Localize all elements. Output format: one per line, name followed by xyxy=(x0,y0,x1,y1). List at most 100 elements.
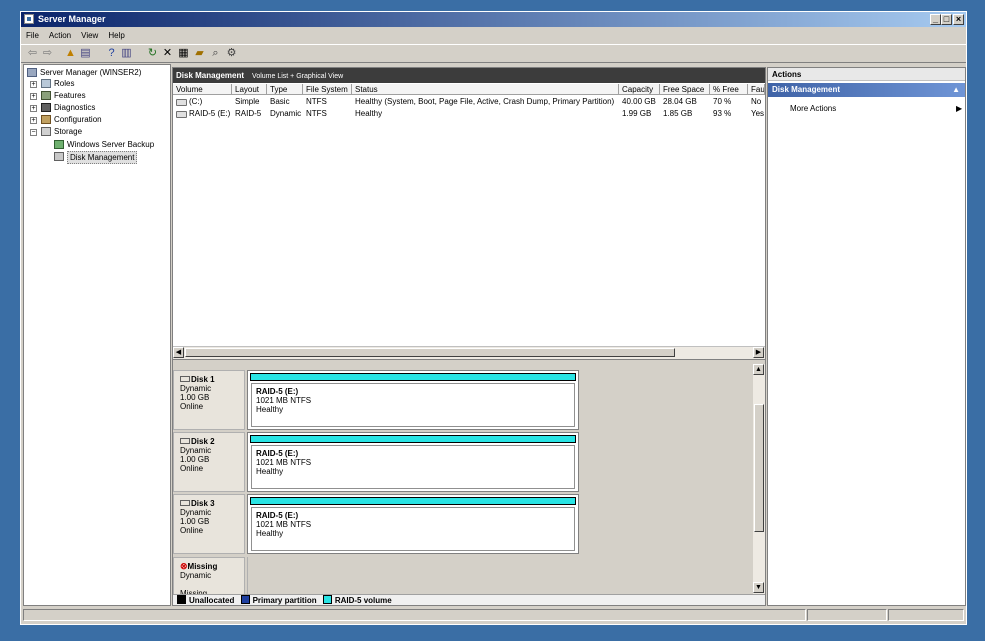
col-type[interactable]: Type xyxy=(267,84,303,95)
col-capacity[interactable]: Capacity xyxy=(619,84,660,95)
open-folder-icon[interactable]: ▰ xyxy=(193,47,206,59)
disk-3-volume-status: Healthy xyxy=(256,529,284,538)
collapse-section-icon[interactable]: ▲ xyxy=(952,83,960,97)
scroll-up-button[interactable]: ▲ xyxy=(753,364,764,375)
scroll-left-button[interactable]: ◀ xyxy=(173,347,184,358)
scroll-right-button[interactable]: ▶ xyxy=(753,347,764,358)
menu-action[interactable]: Action xyxy=(44,28,76,43)
disk-icon xyxy=(180,376,190,382)
col-volume[interactable]: Volume xyxy=(173,84,232,95)
disk-2-label[interactable]: Disk 2 Dynamic 1.00 GB Online xyxy=(173,432,245,492)
scroll-down-button[interactable]: ▼ xyxy=(753,582,764,593)
search-icon[interactable]: ⌕ xyxy=(209,47,222,59)
legend-raid5-volume: RAID-5 volume xyxy=(334,596,392,605)
tree-item-storage[interactable]: Storage xyxy=(54,126,82,137)
disk-1-raid-bar xyxy=(250,373,576,381)
legend-primary-swatch xyxy=(240,595,250,604)
tree-item-configuration[interactable]: Configuration xyxy=(54,114,102,125)
collapse-storage[interactable]: − xyxy=(30,129,37,136)
tree-item-roles[interactable]: Roles xyxy=(54,78,74,89)
legend-primary-partition: Primary partition xyxy=(252,596,317,605)
disk-2-name: Disk 2 xyxy=(191,437,215,446)
actions-section-disk-management[interactable]: Disk Management ▲ xyxy=(768,83,965,97)
disk-1-type: Dynamic xyxy=(180,384,212,393)
server-manager-app-icon xyxy=(24,14,34,24)
disk-2-size: 1.00 GB xyxy=(180,455,210,464)
tree-item-features[interactable]: Features xyxy=(54,90,86,101)
missing-disk-label[interactable]: ⊗Missing Dynamic Missing xyxy=(173,557,245,594)
col-fault-tolerance[interactable]: Fau xyxy=(748,84,765,95)
title-bar[interactable]: Server Manager _ □ × xyxy=(21,12,966,27)
status-panel-3 xyxy=(888,609,964,621)
menu-view[interactable]: View xyxy=(76,28,103,43)
backup-icon xyxy=(54,140,64,149)
status-panel-main xyxy=(23,609,806,621)
disk-management-header: Disk Management Volume List + Graphical V… xyxy=(173,68,765,83)
expand-configuration[interactable]: + xyxy=(30,117,37,124)
row-c-free-space: 28.04 GB xyxy=(663,97,697,106)
status-panel-2 xyxy=(807,609,887,621)
forward-icon[interactable]: ⇨ xyxy=(41,47,54,59)
maximize-button[interactable]: □ xyxy=(941,14,952,25)
disk-3-volume[interactable]: RAID-5 (E:) 1021 MB NTFS Healthy xyxy=(251,507,575,551)
disk-icon xyxy=(180,438,190,444)
vertical-scroll-thumb[interactable] xyxy=(754,404,764,532)
disk-1-label[interactable]: Disk 1 Dynamic 1.00 GB Online xyxy=(173,370,245,430)
volume-list-horizontal-scrollbar[interactable]: ◀ ▶ xyxy=(173,346,765,359)
actions-pane: Actions Disk Management ▲ More Actions ▶ xyxy=(767,67,966,606)
disk-2-volume-size: 1021 MB NTFS xyxy=(256,458,312,467)
disk-3-size: 1.00 GB xyxy=(180,517,210,526)
row-e-free-space: 1.85 GB xyxy=(663,109,693,118)
legend-unallocated-swatch xyxy=(177,595,186,604)
disk-2-volume[interactable]: RAID-5 (E:) 1021 MB NTFS Healthy xyxy=(251,445,575,489)
graphical-view-vertical-scrollbar[interactable]: ▲ ▼ xyxy=(753,364,765,594)
back-icon[interactable]: ⇦ xyxy=(26,47,39,59)
col-percent-free[interactable]: % Free xyxy=(710,84,748,95)
tree-item-disk-management[interactable]: Disk Management xyxy=(67,151,138,164)
help-icon[interactable]: ? xyxy=(105,47,118,59)
row-e-layout: RAID-5 xyxy=(235,109,262,118)
close-button[interactable]: × xyxy=(953,14,964,25)
up-folder-icon[interactable]: ▲ xyxy=(64,47,77,59)
server-manager-icon xyxy=(27,68,37,77)
disk-2-volume-name: RAID-5 (E:) xyxy=(256,449,299,458)
expand-features[interactable]: + xyxy=(30,93,37,100)
features-icon xyxy=(41,91,51,100)
col-layout[interactable]: Layout xyxy=(232,84,267,95)
row-c-volume[interactable]: (C:) xyxy=(186,96,232,107)
row-c-capacity: 40.00 GB xyxy=(622,97,656,106)
disk-1-volume[interactable]: RAID-5 (E:) 1021 MB NTFS Healthy xyxy=(251,383,575,427)
menu-help[interactable]: Help xyxy=(103,28,129,43)
settings-icon[interactable]: ⚙ xyxy=(225,47,238,59)
tree-root[interactable]: Server Manager (WINSER2) xyxy=(40,67,141,78)
col-free-space[interactable]: Free Space xyxy=(660,84,710,95)
expand-diagnostics[interactable]: + xyxy=(30,105,37,112)
disk-management-icon xyxy=(54,152,64,161)
disk-2-state: Online xyxy=(180,464,204,473)
graphical-view: Disk 1 Dynamic 1.00 GB Online RAID-5 (E:… xyxy=(173,364,753,594)
disk-1-volume-name: RAID-5 (E:) xyxy=(256,387,299,396)
col-file-system[interactable]: File System xyxy=(303,84,352,95)
show-hide-action-pane-icon[interactable]: ▥ xyxy=(120,47,133,59)
delete-icon[interactable]: ✕ xyxy=(161,47,174,59)
more-actions-item[interactable]: More Actions xyxy=(790,103,836,114)
actions-header: Actions xyxy=(768,68,965,81)
tree-item-diagnostics[interactable]: Diagnostics xyxy=(54,102,95,113)
show-hide-tree-icon[interactable]: ▤ xyxy=(79,47,92,59)
row-e-volume[interactable]: RAID-5 (E:) xyxy=(186,108,232,119)
row-c-status: Healthy (System, Boot, Page File, Active… xyxy=(355,97,615,106)
row-c-fault-tolerance: No xyxy=(751,97,762,106)
refresh-icon[interactable]: ↻ xyxy=(146,47,159,59)
submenu-arrow-icon: ▶ xyxy=(956,104,963,113)
row-c-filesystem: NTFS xyxy=(306,97,327,106)
disk-3-type: Dynamic xyxy=(180,508,212,517)
properties-icon[interactable]: ▦ xyxy=(177,47,190,59)
menu-file[interactable]: File xyxy=(21,28,44,43)
minimize-button[interactable]: _ xyxy=(930,14,941,25)
horizontal-scroll-thumb[interactable] xyxy=(185,348,675,357)
expand-roles[interactable]: + xyxy=(30,81,37,88)
tree-item-windows-server-backup[interactable]: Windows Server Backup xyxy=(67,139,154,150)
col-status[interactable]: Status xyxy=(352,84,619,95)
configuration-icon xyxy=(41,115,51,124)
disk-3-label[interactable]: Disk 3 Dynamic 1.00 GB Online xyxy=(173,494,245,554)
